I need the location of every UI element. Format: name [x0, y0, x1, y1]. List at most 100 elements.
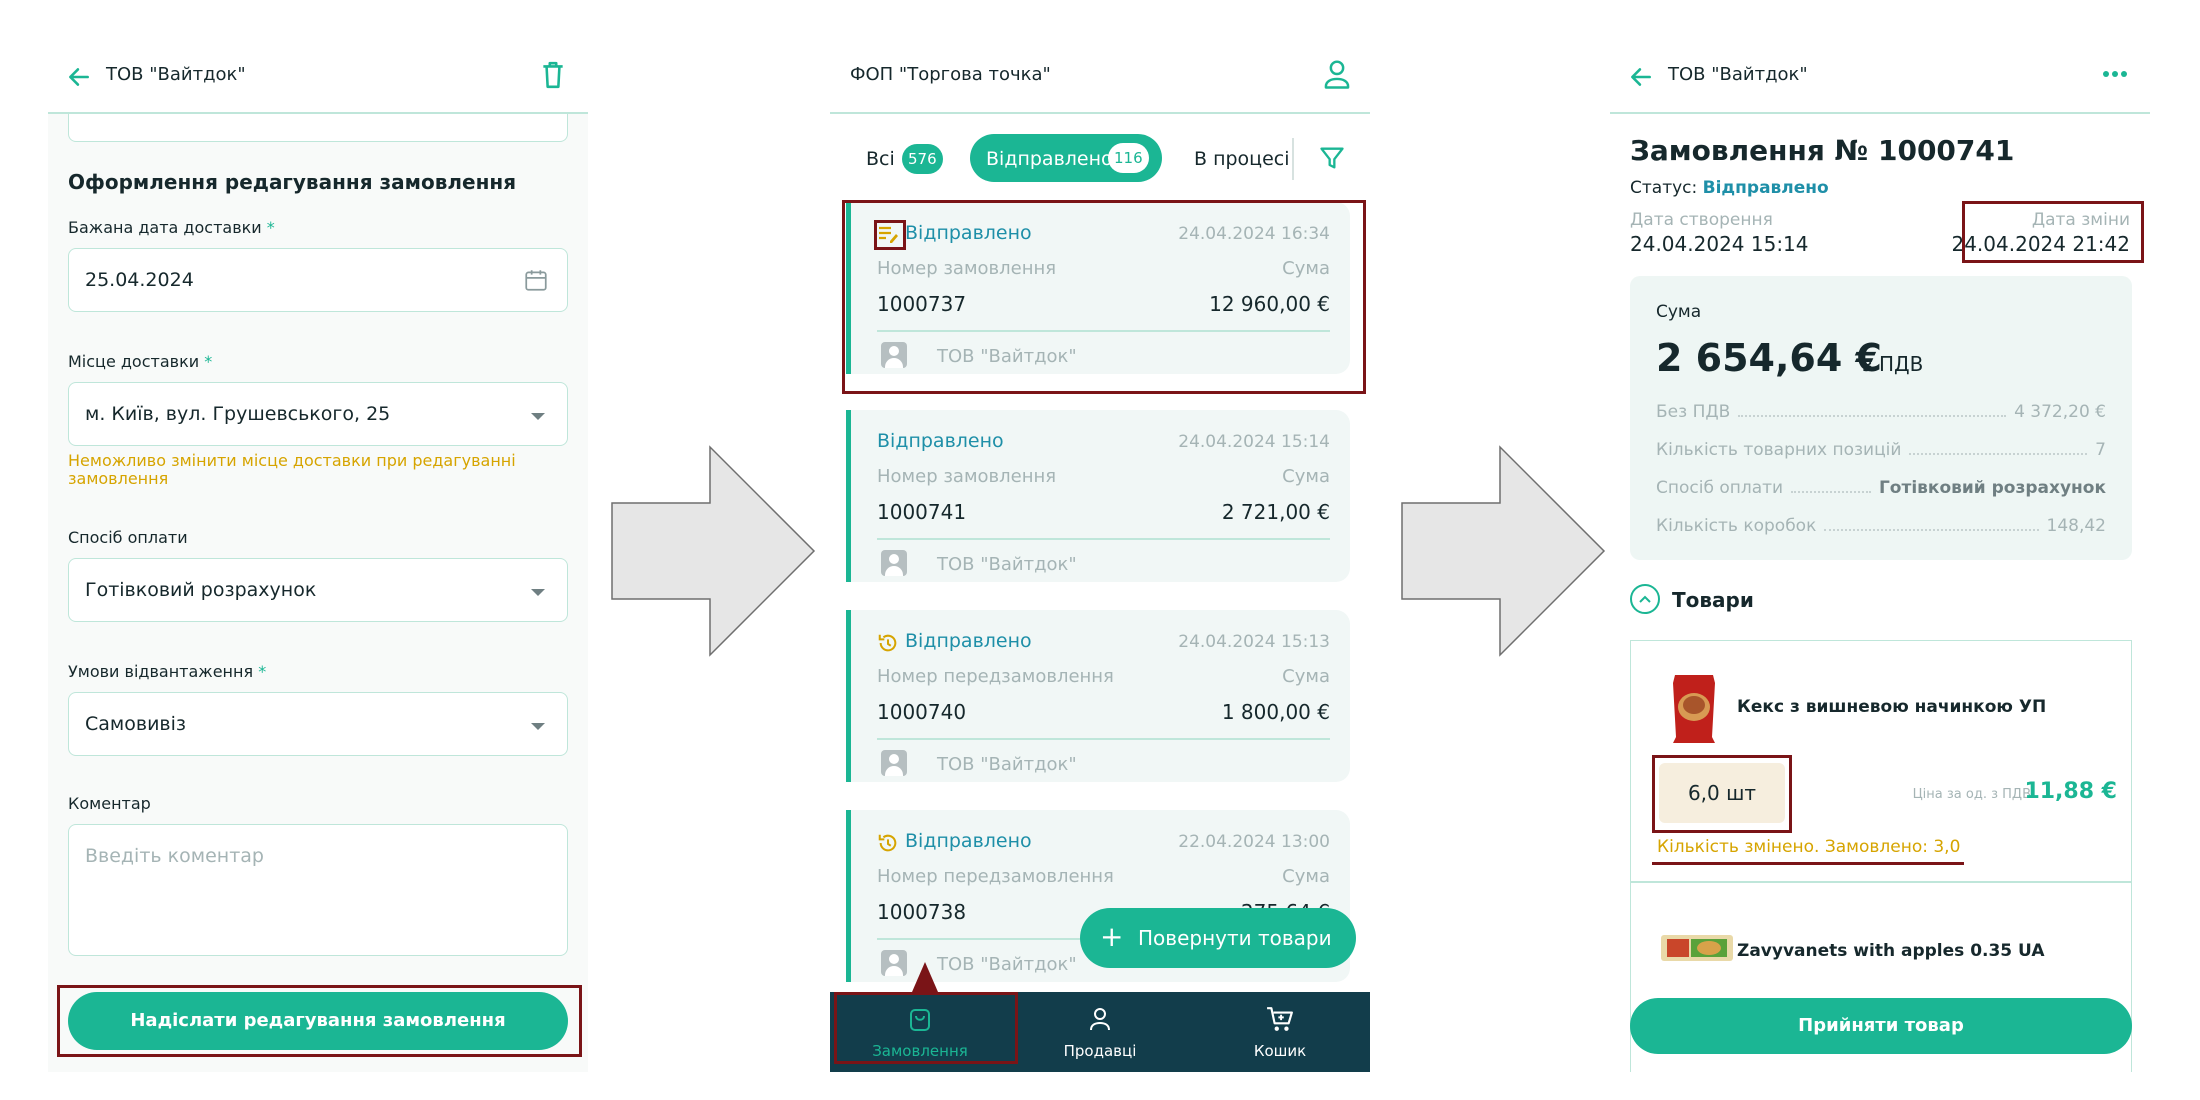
- created-value: 24.04.2024 15:14: [1630, 232, 1809, 256]
- order-number: 1000740: [877, 700, 967, 724]
- unit-price-label: Ціна за од. з ПДВ: [1912, 787, 2031, 802]
- nav-sellers[interactable]: Продавці: [1010, 992, 1190, 1072]
- order-details-screen: ТОВ "Вайтдок" Замовлення № 1000741 Стату…: [1610, 40, 2150, 1072]
- delivery-date-value: 25.04.2024: [85, 269, 194, 291]
- comment-textarea[interactable]: Введіть коментар: [68, 824, 568, 956]
- summary-card: Сума 2 654,64 € з ПДВ Без ПДВ 4 372,20 € …: [1630, 276, 2132, 560]
- seller-avatar: [881, 750, 907, 776]
- order-sum-label: Сума: [1282, 466, 1330, 487]
- pointer-triangle-icon: [912, 962, 938, 992]
- back-arrow-icon[interactable]: [1628, 64, 1654, 90]
- order-status: Відправлено: [905, 630, 1032, 652]
- highlight-first-order: [842, 200, 1366, 394]
- order-number-label: Номер передзамовлення: [877, 666, 1114, 687]
- order-card[interactable]: Відправлено 24.04.2024 15:14 Номер замов…: [846, 410, 1350, 582]
- divider: [877, 738, 1330, 740]
- payment-value: Готівковий розрахунок: [85, 579, 317, 601]
- highlight-underline: [1652, 862, 1964, 865]
- comment-label: Коментар: [68, 794, 151, 813]
- section-title: Оформлення редагування замовлення: [68, 170, 517, 194]
- order-date: 24.04.2024 15:13: [1178, 632, 1330, 652]
- collapse-toggle[interactable]: [1630, 584, 1660, 614]
- history-icon: [878, 834, 897, 852]
- payment-label: Спосіб оплати: [68, 528, 188, 547]
- filter-icon[interactable]: [1318, 144, 1346, 172]
- highlight-edit-icon: [874, 220, 906, 250]
- chevron-down-icon: [531, 723, 545, 730]
- place-warning-text: Неможливо змінити місце доставки при ред…: [68, 451, 516, 488]
- seller-name: ТОВ "Вайтдок": [937, 554, 1077, 575]
- person-icon: [1090, 1008, 1110, 1031]
- shipping-select[interactable]: Самовивіз: [68, 692, 568, 756]
- shipping-label: Умови відвантаження *: [68, 662, 267, 681]
- flow-arrow-icon: [611, 445, 816, 657]
- tab-all-badge: 576: [902, 144, 943, 174]
- flow-arrow-icon: [1401, 445, 1606, 657]
- seller-name: ТОВ "Вайтдок": [937, 754, 1077, 775]
- order-date: 22.04.2024 13:00: [1178, 832, 1330, 852]
- divider: [877, 538, 1330, 540]
- previous-field-edge: [68, 114, 568, 142]
- back-arrow-icon[interactable]: [66, 64, 92, 90]
- order-number: 1000738: [877, 900, 967, 924]
- delivery-place-label: Місце доставки *: [68, 352, 213, 371]
- quantity-changed-text: Кількість змінено. Замовлено: 3,0: [1657, 837, 1961, 857]
- tab-all-label[interactable]: Всі: [866, 148, 895, 170]
- delivery-place-select[interactable]: м. Київ, вул. Грушевського, 25: [68, 382, 568, 446]
- edit-order-screen: ТОВ "Вайтдок" Оформлення редагування зам…: [48, 40, 588, 1072]
- delivery-place-value: м. Київ, вул. Грушевського, 25: [85, 403, 391, 425]
- highlight-nav-orders: [834, 992, 1018, 1064]
- order-sum: 2 721,00 €: [1221, 500, 1330, 524]
- chevron-down-icon: [531, 413, 545, 420]
- highlight-change-date: [1962, 201, 2144, 263]
- seller-avatar: [881, 950, 907, 976]
- order-status: Відправлено: [877, 430, 1004, 452]
- order-number-label: Номер передзамовлення: [877, 866, 1114, 887]
- summary-row: Кількість товарних позицій 7: [1656, 440, 2106, 460]
- order-sum: 1 800,00 €: [1221, 700, 1330, 724]
- orders-list-screen: ФОП "Торгова точка" Всі 576 Відправлено …: [830, 40, 1370, 1072]
- unit-price: 11,88 €: [2024, 779, 2117, 804]
- calendar-icon[interactable]: [523, 267, 549, 293]
- product-image: [1673, 675, 1715, 743]
- return-goods-button[interactable]: + Повернути товари: [1080, 908, 1356, 968]
- nav-cart[interactable]: Кошик: [1190, 992, 1370, 1072]
- product-image: [1661, 935, 1733, 961]
- accept-goods-button[interactable]: Прийняти товар: [1630, 998, 2132, 1054]
- sum-label: Сума: [1656, 302, 1702, 322]
- goods-section-title: Товари: [1672, 588, 1754, 612]
- product-name: Zavyvanets with apples 0.35 UA: [1737, 941, 2045, 961]
- payment-select[interactable]: Готівковий розрахунок: [68, 558, 568, 622]
- sum-value: 2 654,64 €: [1656, 336, 1882, 380]
- more-options-icon[interactable]: [2102, 70, 2128, 78]
- product-name: Кекс з вишневою начинкою УП: [1737, 697, 2047, 717]
- tab-in-progress[interactable]: В процесі: [1194, 148, 1290, 170]
- order-card[interactable]: Відправлено 24.04.2024 15:13 Номер перед…: [846, 610, 1350, 782]
- tab-sent[interactable]: Відправлено 116: [970, 134, 1162, 182]
- order-date: 24.04.2024 15:14: [1178, 432, 1330, 452]
- delivery-date-field[interactable]: 25.04.2024: [68, 248, 568, 312]
- order-title: Замовлення № 1000741: [1630, 134, 2015, 167]
- order-sum-label: Сума: [1282, 866, 1330, 887]
- delivery-date-label: Бажана дата доставки *: [68, 218, 275, 237]
- nav-cart-label: Кошик: [1253, 1042, 1307, 1060]
- return-goods-label: Повернути товари: [1138, 926, 1332, 950]
- order-number-label: Номер замовлення: [877, 466, 1057, 487]
- history-icon: [878, 634, 897, 652]
- tab-sent-label: Відправлено: [986, 148, 1113, 170]
- shipping-value: Самовивіз: [85, 713, 186, 735]
- cart-icon: [1267, 1007, 1293, 1031]
- highlight-submit: [57, 985, 582, 1057]
- page-title: ТОВ "Вайтдок": [106, 64, 246, 85]
- summary-row: Кількість коробок 148,42: [1656, 516, 2106, 536]
- tab-sent-badge: 116: [1108, 143, 1149, 173]
- nav-sellers-label: Продавці: [1063, 1042, 1137, 1060]
- summary-row: Без ПДВ 4 372,20 €: [1656, 402, 2106, 422]
- sum-vat-label: з ПДВ: [1862, 352, 1924, 376]
- trash-icon[interactable]: [540, 60, 566, 90]
- page-title: ФОП "Торгова точка": [850, 64, 1051, 85]
- chevron-down-icon: [531, 589, 545, 596]
- profile-icon[interactable]: [1322, 58, 1352, 90]
- order-status: Статус: Відправлено: [1630, 178, 1829, 198]
- seller-name: ТОВ "Вайтдок": [937, 954, 1077, 975]
